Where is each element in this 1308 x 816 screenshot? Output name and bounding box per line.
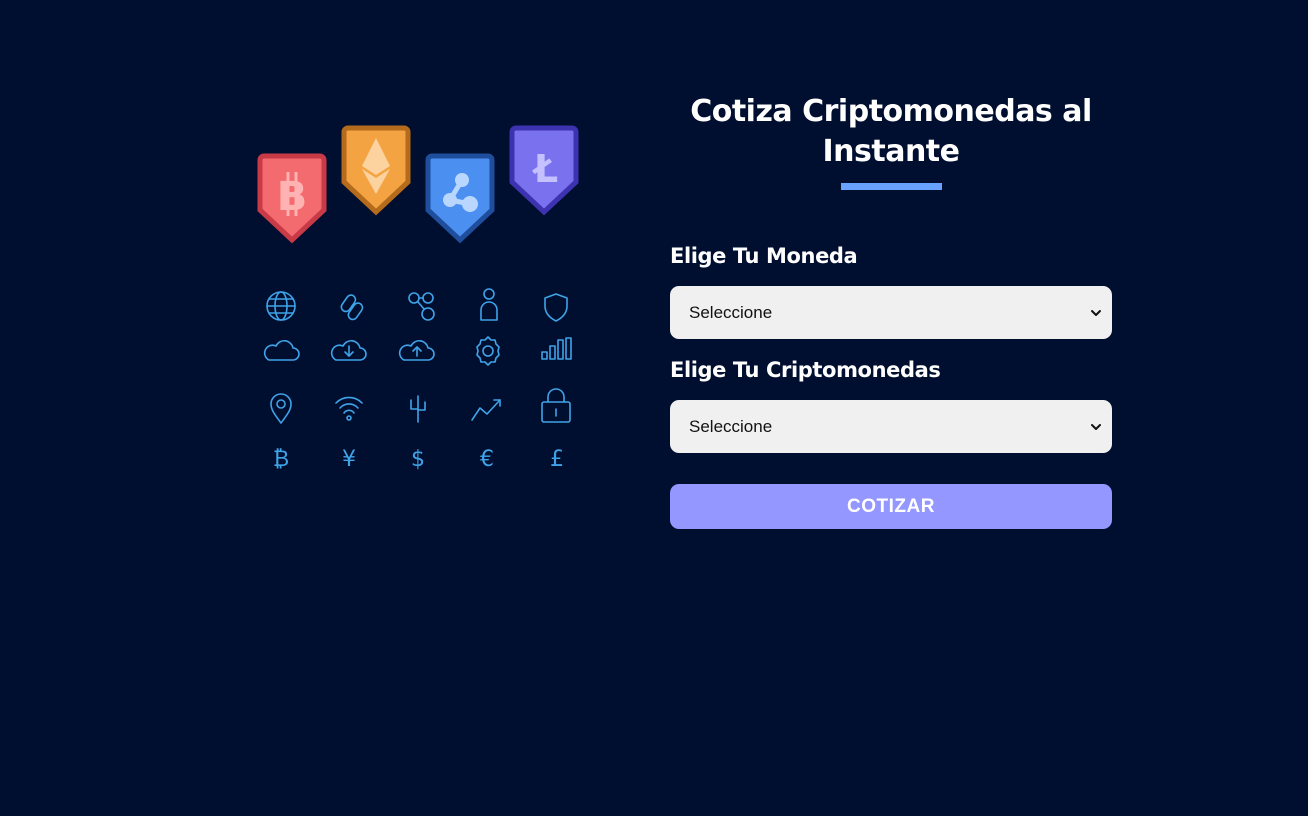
moneda-select[interactable]: Seleccione — [670, 286, 1112, 339]
cloud-upload-icon — [398, 340, 435, 361]
cotizar-button[interactable]: COTIZAR — [670, 484, 1112, 529]
page: B Ł ₿ ¥ $ € £ Cotiza Criptomonedas al In… — [0, 0, 1308, 816]
cripto-label: Elige Tu Criptomonedas — [670, 358, 941, 382]
cripto-select[interactable]: Seleccione — [670, 400, 1112, 453]
globe-icon — [266, 291, 296, 321]
cloud-icon — [263, 340, 300, 361]
svg-text:B: B — [277, 174, 308, 220]
lock-icon — [541, 388, 571, 423]
gear-icon — [476, 336, 500, 366]
crypto-illustration: B Ł ₿ ¥ $ € £ — [252, 120, 592, 480]
link-icon — [340, 294, 364, 321]
bitcoin-symbol-icon: ₿ — [273, 447, 289, 472]
dollar-symbol-icon: $ — [411, 447, 425, 472]
usb-icon — [410, 395, 426, 423]
pound-symbol-icon: £ — [550, 447, 564, 472]
crypto-illustration-svg: B Ł ₿ ¥ $ € £ — [257, 125, 579, 472]
chevron-down-icon — [1090, 307, 1102, 319]
title-underline — [841, 183, 942, 190]
network-icon — [408, 292, 435, 321]
litecoin-icon: Ł — [509, 125, 579, 216]
cripto-select-value: Seleccione — [689, 416, 773, 436]
signal-bars-icon — [541, 337, 572, 360]
ripple-icon — [425, 153, 495, 244]
page-title: Cotiza Criptomonedas al Instante — [690, 94, 1092, 169]
shield-icon — [544, 293, 568, 322]
user-icon — [480, 288, 498, 321]
moneda-label: Elige Tu Moneda — [670, 244, 858, 268]
cloud-download-icon — [330, 340, 367, 361]
bitcoin-icon: B — [257, 153, 327, 244]
svg-text:Ł: Ł — [532, 147, 558, 191]
location-pin-icon — [270, 393, 292, 424]
moneda-select-value: Seleccione — [689, 302, 773, 322]
ethereum-icon — [341, 125, 411, 216]
euro-symbol-icon: € — [480, 447, 494, 472]
trend-up-icon — [471, 399, 501, 421]
chevron-down-icon — [1090, 421, 1102, 433]
yen-symbol-icon: ¥ — [342, 447, 356, 472]
wifi-icon — [335, 396, 363, 421]
